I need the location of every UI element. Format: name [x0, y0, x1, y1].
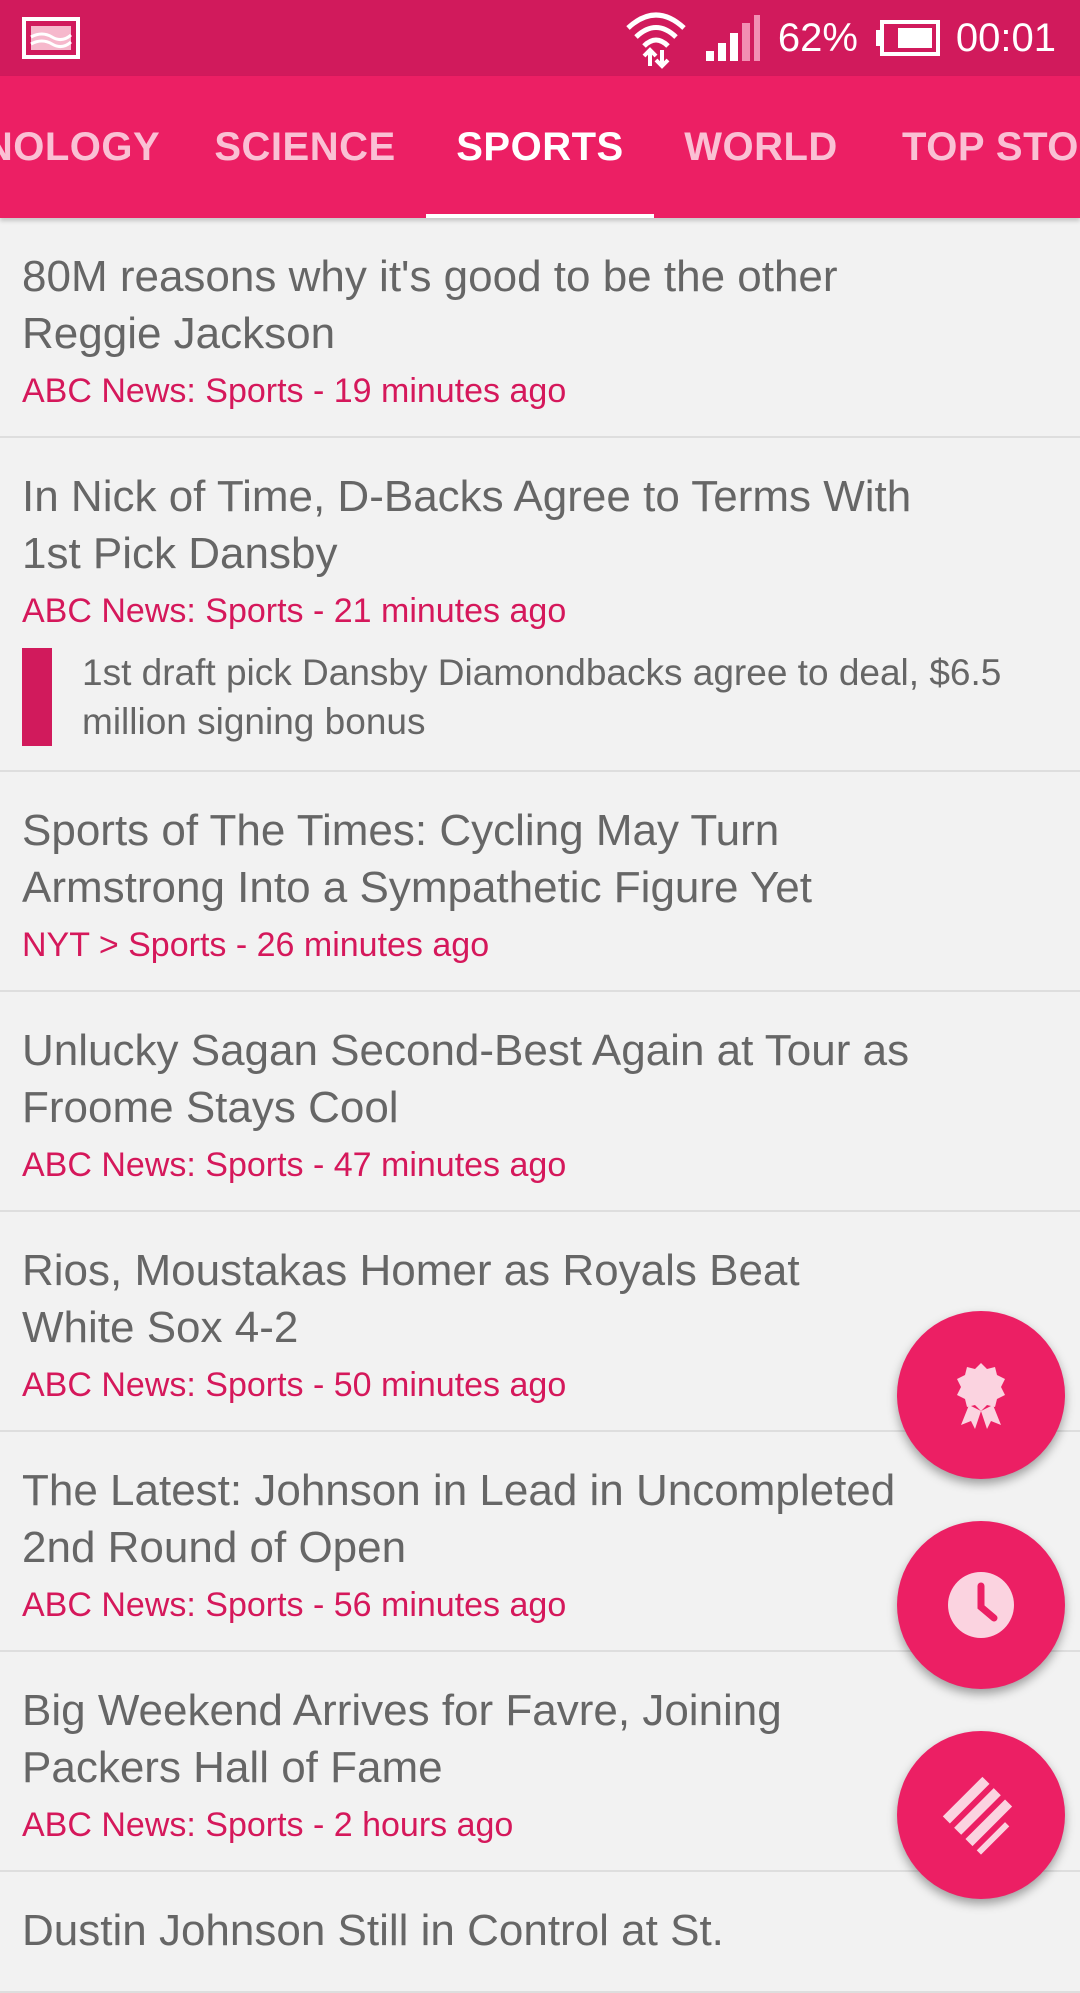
article-title: In Nick of Time, D-Backs Agree to Terms … — [22, 472, 912, 578]
article-title: Sports of The Times: Cycling May Turn Ar… — [22, 806, 812, 912]
battery-icon — [875, 20, 940, 56]
clock-time: 00:01 — [955, 15, 1056, 60]
news-stack-icon — [942, 1776, 1013, 1855]
article-source-time: ABC News: Sports - 21 minutes ago — [22, 592, 567, 630]
tab-sports[interactable]: SPORTS — [426, 76, 654, 218]
top-rated-fab[interactable] — [897, 1311, 1065, 1479]
related-story[interactable]: 1st draft pick Dansby Diamondbacks agree… — [22, 648, 1058, 746]
cell-signal-icon — [705, 15, 760, 61]
category-tab-bar: NOLOGY SCIENCE SPORTS WORLD TOP STOR — [0, 76, 1080, 218]
article-title: Dustin Johnson Still in Control at St. — [22, 1906, 724, 1955]
article-item[interactable]: Dustin Johnson Still in Control at St. — [0, 1872, 1080, 1993]
article-item[interactable]: Sports of The Times: Cycling May Turn Ar… — [0, 772, 1080, 992]
active-tab-indicator — [426, 214, 654, 218]
article-item[interactable]: 80M reasons why it's good to be the othe… — [0, 218, 1080, 438]
article-title: Unlucky Sagan Second-Best Again at Tour … — [22, 1026, 910, 1132]
article-source-time: ABC News: Sports - 47 minutes ago — [22, 1146, 567, 1184]
article-feed: 80M reasons why it's good to be the othe… — [0, 218, 1080, 1993]
tab-technology[interactable]: NOLOGY — [0, 76, 160, 218]
status-bar: 62% 00:01 — [0, 0, 1080, 76]
article-source-time: ABC News: Sports - 19 minutes ago — [22, 372, 567, 410]
related-story-marker — [22, 648, 52, 746]
article-item[interactable]: Unlucky Sagan Second-Best Again at Tour … — [0, 992, 1080, 1212]
wifi-data-icon — [626, 12, 686, 69]
tab-top-stories[interactable]: TOP STOR — [902, 76, 1080, 218]
article-title: Big Weekend Arrives for Favre, Joining P… — [22, 1686, 782, 1792]
recent-fab[interactable] — [897, 1521, 1065, 1689]
article-title: Rios, Moustakas Homer as Royals Beat Whi… — [22, 1246, 800, 1352]
clock-icon — [948, 1572, 1014, 1638]
article-title: 80M reasons why it's good to be the othe… — [22, 252, 838, 358]
article-item[interactable]: In Nick of Time, D-Backs Agree to Terms … — [0, 438, 1080, 772]
related-story-text: 1st draft pick Dansby Diamondbacks agree… — [82, 652, 1002, 742]
article-title: The Latest: Johnson in Lead in Uncomplet… — [22, 1466, 896, 1572]
gallery-notification-icon — [22, 17, 80, 59]
article-source-time: NYT > Sports - 26 minutes ago — [22, 926, 490, 964]
all-news-fab[interactable] — [897, 1731, 1065, 1899]
tab-science[interactable]: SCIENCE — [200, 76, 410, 218]
award-ribbon-icon — [957, 1363, 1005, 1429]
battery-percent: 62% — [777, 15, 858, 60]
tab-world[interactable]: WORLD — [672, 76, 850, 218]
